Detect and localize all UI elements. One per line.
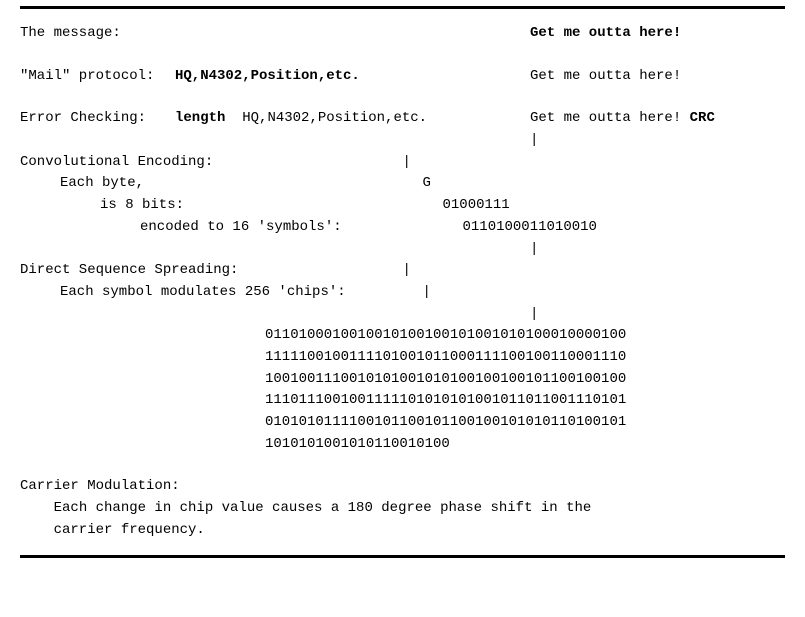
row-chips-0: 0110100010010010100100101001010100010000… [20,325,785,347]
row-each-byte: Each byte,G [20,173,785,195]
message-text-bold: Get me outta here! [530,23,785,45]
page: The message: Get me outta here! "Mail" pr… [0,6,805,558]
pipe-mark: | [530,130,785,152]
message-text-plain: Get me outta here! [530,66,785,88]
chips-1: 1111100100111101001011000111100100110001… [265,347,785,369]
bottom-rule [20,555,785,558]
row-pipe-3: | [20,304,785,326]
field-hq-plain: HQ,N4302,Position,etc. [242,110,427,126]
encoding-char: G [423,173,786,195]
pipe-mark-4: | [403,260,786,282]
label-mail-protocol: "Mail" protocol: [20,66,175,88]
top-rule [20,6,785,9]
row-conv-enc: Convolutional Encoding:| [20,152,785,174]
pipe-mark-6: | [530,304,785,326]
spacer [175,23,530,45]
row-chips-5: 1010101001010110010100 [20,434,785,456]
chips-2: 1001001110010101001010100100100101100100… [265,369,785,391]
field-length: length [175,110,225,126]
label-symbol-mod: Each symbol modulates 256 'chips': [60,282,423,304]
label-is-8-bits: is 8 bits: [100,195,443,217]
encoding-bits8: 01000111 [443,195,786,217]
row-chips-2: 1001001110010101001010100100100101100100… [20,369,785,391]
encoding-symbols16: 0110100011010010 [463,217,786,239]
row-chips-3: 1110111001001111101010101001011011001110… [20,390,785,412]
row-message: The message: Get me outta here! [20,23,785,45]
pipe-mark-5: | [423,282,786,304]
label-error-checking: Error Checking: [20,108,175,130]
pipe-mark-2: | [403,152,786,174]
row-chips-1: 1111100100111101001011000111100100110001… [20,347,785,369]
row-chips-4: 0101010111100101100101100100101010110100… [20,412,785,434]
row-pipe-2: | [20,239,785,261]
message-text-plain-2: Get me outta here! [530,110,681,126]
label-carrier-mod: Carrier Modulation: [20,476,785,498]
chips-0: 0110100010010010100100101001010100010000… [265,325,785,347]
carrier-desc-text: Each change in chip value causes a 180 d… [20,500,591,538]
label-each-byte: Each byte, [60,173,423,195]
field-crc: CRC [690,110,715,126]
label-conv-enc: Convolutional Encoding: [20,152,403,174]
row-encoded-16: encoded to 16 'symbols':0110100011010010 [20,217,785,239]
row-symbol-mod: Each symbol modulates 256 'chips':| [20,282,785,304]
chips-5: 1010101001010110010100 [265,434,785,456]
row-pipe-1: | [20,130,785,152]
chips-3: 1110111001001111101010101001011011001110… [265,390,785,412]
label-message: The message: [20,23,175,45]
row-dss: Direct Sequence Spreading:| [20,260,785,282]
carrier-desc: Each change in chip value causes a 180 d… [20,498,785,541]
field-hq-bold: HQ,N4302,Position,etc. [175,68,360,84]
row-error-checking: Error Checking:length HQ,N4302,Position,… [20,108,785,130]
label-dss: Direct Sequence Spreading: [20,260,403,282]
label-encoded-16: encoded to 16 'symbols': [140,217,463,239]
chips-4: 0101010111100101100101100100101010110100… [265,412,785,434]
row-mail-protocol: "Mail" protocol:HQ,N4302,Position,etc. Ge… [20,66,785,88]
pipe-mark-3: | [530,239,785,261]
row-is-8-bits: is 8 bits:01000111 [20,195,785,217]
